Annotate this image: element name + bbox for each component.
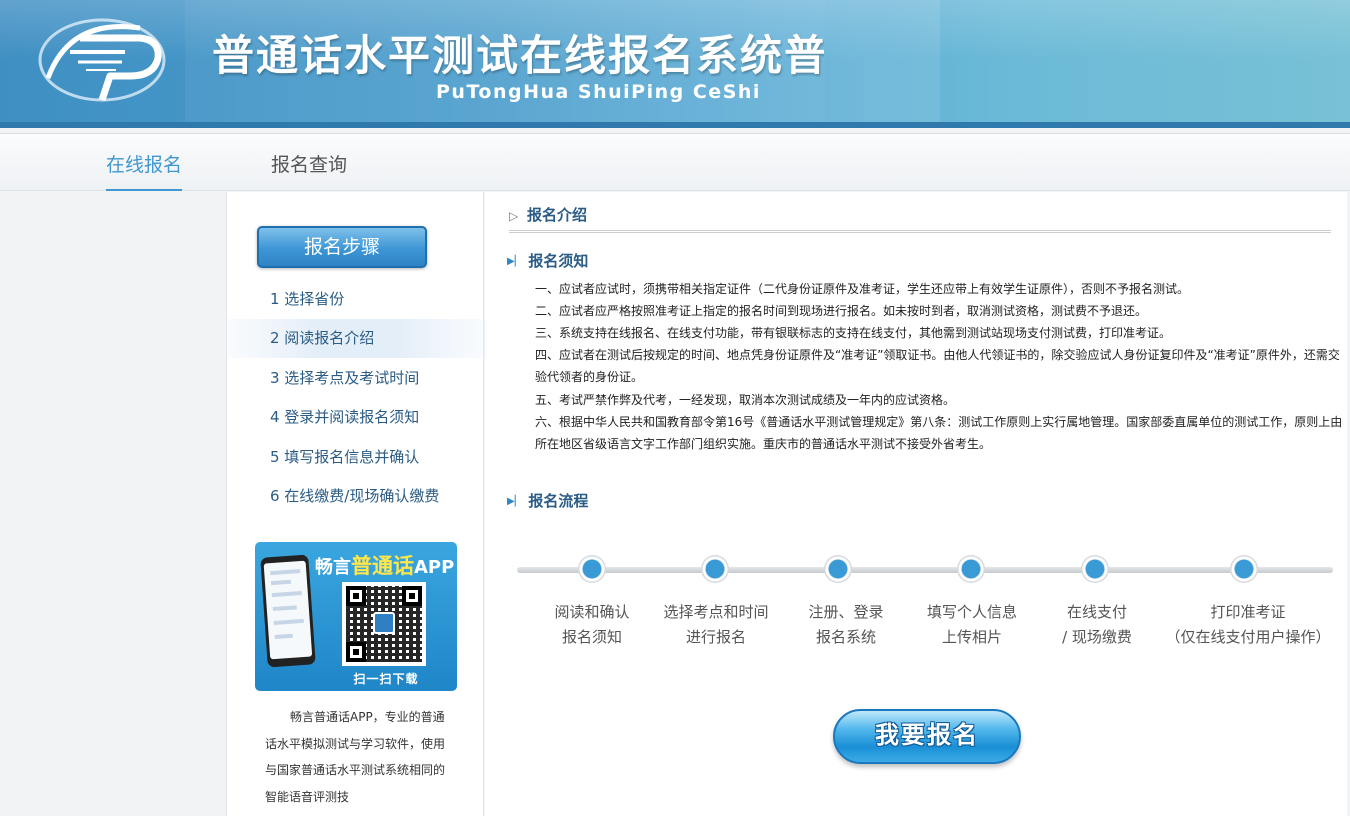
- nav-tab-online-register[interactable]: 在线报名: [106, 134, 183, 191]
- steps-header: 报名步骤: [257, 226, 427, 268]
- notice-title: ▶▏ 报名须知: [507, 252, 589, 270]
- app-promo-title: 畅言普通话APP: [315, 554, 455, 578]
- flow-step-label: 阅读和确认 报名须知: [554, 603, 630, 646]
- notice-line-4: 四、应试者在测试后按规定的时间、地点凭身份证原件及“准考证”领取证书。由他人代领…: [535, 348, 1340, 385]
- app-promo-description: 畅言普通话APP，专业的普通话水平模拟测试与学习软件，使用与国家普通话水平测试系…: [265, 710, 446, 804]
- notice-line-1: 一、应试者应试时，须携带相关指定证件（二代身份证原件及准考证，学生还应带上有效学…: [535, 282, 1190, 296]
- nav-tab-register-query[interactable]: 报名查询: [271, 134, 347, 191]
- notice-line-2: 二、应试者应严格按照准考证上指定的报名时间到现场进行报名。如未按时到者，取消测试…: [535, 304, 1148, 318]
- phone-icon: [260, 554, 316, 668]
- flow-step-label: 选择考点和时间 进行报名: [663, 603, 769, 646]
- flow-step-dot: [957, 555, 985, 583]
- bullet-arrow-icon: ▶▏: [507, 496, 523, 507]
- bullet-arrow-icon: ▶▏: [507, 256, 523, 267]
- sidebar-step-3[interactable]: 3 选择考点及考试时间: [227, 359, 485, 398]
- qr-code-icon: [342, 582, 426, 666]
- section-title: ▷ 报名介绍: [509, 206, 588, 224]
- flow-step-label: 打印准考证 （仅在线支付用户操作）: [1165, 603, 1331, 646]
- app-promo-banner[interactable]: 畅言普通话APP 扫一扫下载: [255, 542, 457, 691]
- sidebar-step-2[interactable]: 2 阅读报名介绍: [227, 319, 485, 358]
- flow-step-dot: [1081, 555, 1109, 583]
- notice-line-3: 三、系统支持在线报名、在线支付功能，带有银联标志的支持在线支付，其他需到测试站现…: [535, 326, 1172, 340]
- sidebar-step-4[interactable]: 4 登录并阅读报名须知: [227, 398, 485, 437]
- site-title: 普通话水平测试在线报名系统普通: [212, 31, 824, 80]
- flow-step-dot: [1230, 555, 1258, 583]
- scan-download-label: 扫一扫下载: [353, 672, 419, 686]
- flow-progress-bar: [517, 567, 1333, 573]
- logo-icon: [38, 18, 166, 102]
- flow-step-dot: [824, 555, 852, 583]
- main-content: ▷ 报名介绍 ▶▏ 报名须知 一、应试者应试时，须携带相关指定证件（二代身份证原件及…: [485, 192, 1347, 816]
- section-divider: [509, 230, 1331, 233]
- flow-step-label: 填写个人信息 上传相片: [926, 603, 1017, 646]
- sidebar: 报名步骤 1 选择省份 2 阅读报名介绍 3 选择考点及考试时间 4 登录并阅读…: [226, 192, 485, 816]
- flow-step-label: 注册、登录 报名系统: [808, 603, 884, 646]
- flow-step-label: 在线支付 / 现场缴费: [1062, 603, 1132, 646]
- flow-step-dot: [701, 555, 729, 583]
- sidebar-step-1[interactable]: 1 选择省份: [227, 280, 485, 319]
- site-subtitle: PuTongHua ShuiPing CeShi: [436, 81, 761, 103]
- sidebar-step-5[interactable]: 5 填写报名信息并确认: [227, 438, 485, 477]
- flow-step-dot: [578, 555, 606, 583]
- sidebar-step-6[interactable]: 6 在线缴费/现场确认缴费: [227, 477, 485, 516]
- top-nav: 在线报名 报名查询: [0, 133, 1350, 191]
- arrow-right-icon: ▷: [509, 209, 519, 223]
- notice-line-5: 五、考试严禁作弊及代考，一经发现，取消本次测试成绩及一年内的应试资格。: [535, 393, 956, 407]
- register-button[interactable]: 我要报名: [833, 709, 1021, 764]
- notice-line-6: 六、根据中华人民共和国教育部令第16号《普通话水平测试管理规定》第八条：测试工作…: [535, 415, 1343, 452]
- flow-title: ▶▏ 报名流程: [507, 492, 589, 510]
- header-banner: 普通话水平测试在线报名系统普通 PuTongHua ShuiPing CeShi: [0, 0, 1350, 128]
